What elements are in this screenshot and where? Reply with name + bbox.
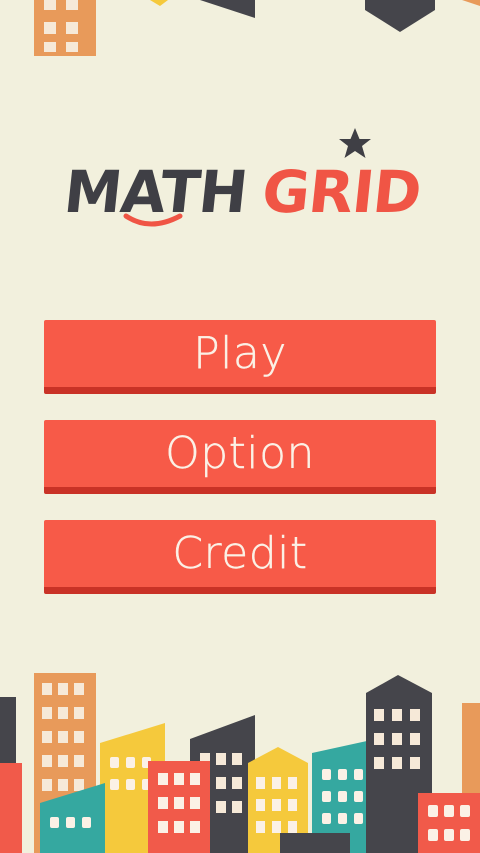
logo-word-math: MATH xyxy=(61,158,250,226)
option-button[interactable]: Option xyxy=(44,420,436,494)
city-skyline-bottom xyxy=(0,653,480,853)
logo-word-grid: GRID xyxy=(259,158,424,226)
credit-button[interactable]: Credit xyxy=(44,520,436,594)
option-button-label: Option xyxy=(165,427,315,479)
credit-button-label: Credit xyxy=(172,527,308,579)
game-logo: MATH GRID xyxy=(0,120,480,230)
play-button[interactable]: Play xyxy=(44,320,436,394)
main-menu: Play Option Credit xyxy=(44,320,436,620)
star-icon xyxy=(339,128,371,158)
city-skyline-top xyxy=(0,0,480,60)
play-button-label: Play xyxy=(193,327,287,379)
